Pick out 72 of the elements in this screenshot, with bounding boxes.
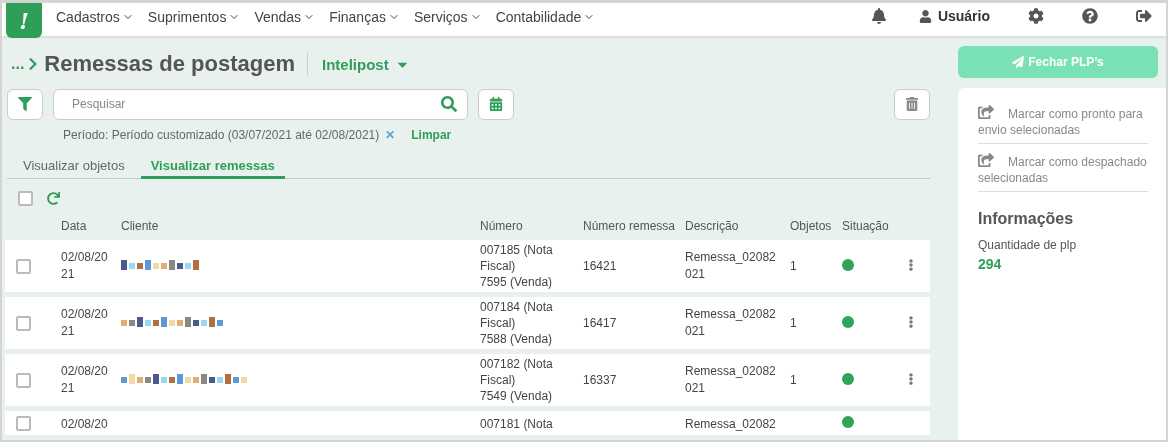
user-icon[interactable] — [918, 9, 932, 23]
column-header: Situação — [842, 218, 889, 233]
search-field[interactable]: Pesquisar — [53, 88, 468, 120]
number-text: 007185 (Nota Fiscal) — [480, 242, 554, 274]
row-checkbox[interactable] — [16, 416, 31, 431]
logo[interactable]: ! — [6, 3, 42, 38]
shipment-number-cell: 16421 — [583, 259, 617, 273]
objects-cell: 1 — [790, 373, 797, 387]
column-header: Descrição — [685, 218, 739, 233]
user-menu[interactable]: Usuário — [937, 8, 990, 24]
description-cell-text: Remessa_02082021 — [685, 306, 777, 340]
refresh-icon[interactable] — [47, 191, 60, 205]
breadcrumb-link[interactable]: ... — [11, 55, 25, 74]
bell-icon[interactable] — [870, 8, 887, 24]
nav-menu[interactable]: Finanças — [329, 9, 386, 25]
column-header: Cliente — [121, 218, 159, 233]
column-header: Data — [61, 218, 87, 233]
filter-icon — [18, 97, 32, 111]
row-checkbox[interactable] — [16, 315, 31, 331]
share-icon — [978, 104, 994, 120]
info-label: Quantidade de plp — [978, 238, 1078, 252]
date-cell: 02/08/20 — [61, 416, 109, 433]
filter-button[interactable] — [7, 88, 43, 120]
select-all-checkbox[interactable] — [18, 190, 33, 206]
paper-plane-icon — [1012, 56, 1025, 68]
clear-link[interactable]: Limpar — [411, 127, 452, 142]
number-text: 007182 (Nota Fiscal) — [480, 356, 554, 388]
column-header: Número — [480, 218, 523, 233]
nav-menu[interactable]: Contabilidade — [495, 9, 582, 25]
description-cell-text: Remessa_02082021 — [685, 249, 777, 283]
column-header: Número remessa — [583, 218, 676, 233]
calendar-button[interactable] — [478, 88, 514, 120]
remove-filter-button[interactable]: ✕ — [385, 127, 396, 142]
settings-icon[interactable] — [1028, 8, 1044, 24]
info-heading: Informações — [978, 210, 1075, 228]
row-checkbox[interactable] — [16, 258, 31, 274]
info-value: 294 — [978, 256, 1003, 272]
row-checkbox[interactable] — [16, 372, 31, 388]
tab[interactable]: Visualizar objetos — [13, 155, 135, 179]
search-input[interactable]: Pesquisar — [70, 96, 441, 112]
share-icon — [978, 152, 994, 168]
nav-menu[interactable]: Suprimentos — [147, 9, 227, 25]
period-filter-text: Período: Período customizado (03/07/2021 até 02/08/2021) — [63, 127, 380, 142]
date-cell: 02/08/2021 — [61, 363, 109, 397]
number-text: 007184 (Nota Fiscal) — [480, 299, 554, 331]
tab[interactable]: Visualizar remessas — [140, 155, 285, 179]
date-cell: 02/08/2021 — [61, 306, 109, 340]
column-header: Objetos — [790, 218, 832, 233]
action-link[interactable]: Marcar como pronto para envio selecionadas — [978, 104, 1148, 144]
number-text: 7549 (Venda) — [480, 388, 554, 404]
delete-button[interactable] — [894, 88, 930, 120]
nav-menu[interactable]: Vendas — [254, 9, 302, 25]
number-text: 7595 (Venda) — [480, 274, 554, 290]
calendar-icon — [489, 97, 503, 111]
objects-cell: 1 — [790, 259, 797, 273]
integration-dropdown[interactable]: Intelipost — [322, 55, 389, 73]
description-cell-text: Remessa_02082021 — [685, 363, 777, 397]
number-text: 007181 (Nota — [480, 416, 554, 432]
nav-menu[interactable]: Serviços — [413, 9, 468, 25]
shipment-number-cell: 16417 — [583, 316, 617, 330]
nav-menu[interactable]: Cadastros — [56, 9, 120, 25]
trash-icon — [905, 97, 919, 111]
action-link[interactable]: Marcar como despachado selecionadas — [978, 152, 1148, 192]
description-cell-text: Remessa_02082 — [685, 416, 777, 433]
objects-cell: 1 — [790, 316, 797, 330]
number-text: 7588 (Venda) — [480, 331, 554, 347]
page-title: Remessas de postagem — [44, 51, 295, 78]
logout-icon[interactable] — [1136, 8, 1152, 24]
search-icon[interactable] — [441, 96, 457, 112]
help-icon[interactable] — [1082, 8, 1098, 24]
date-cell: 02/08/2021 — [61, 249, 109, 283]
shipment-number-cell: 16337 — [583, 373, 617, 387]
